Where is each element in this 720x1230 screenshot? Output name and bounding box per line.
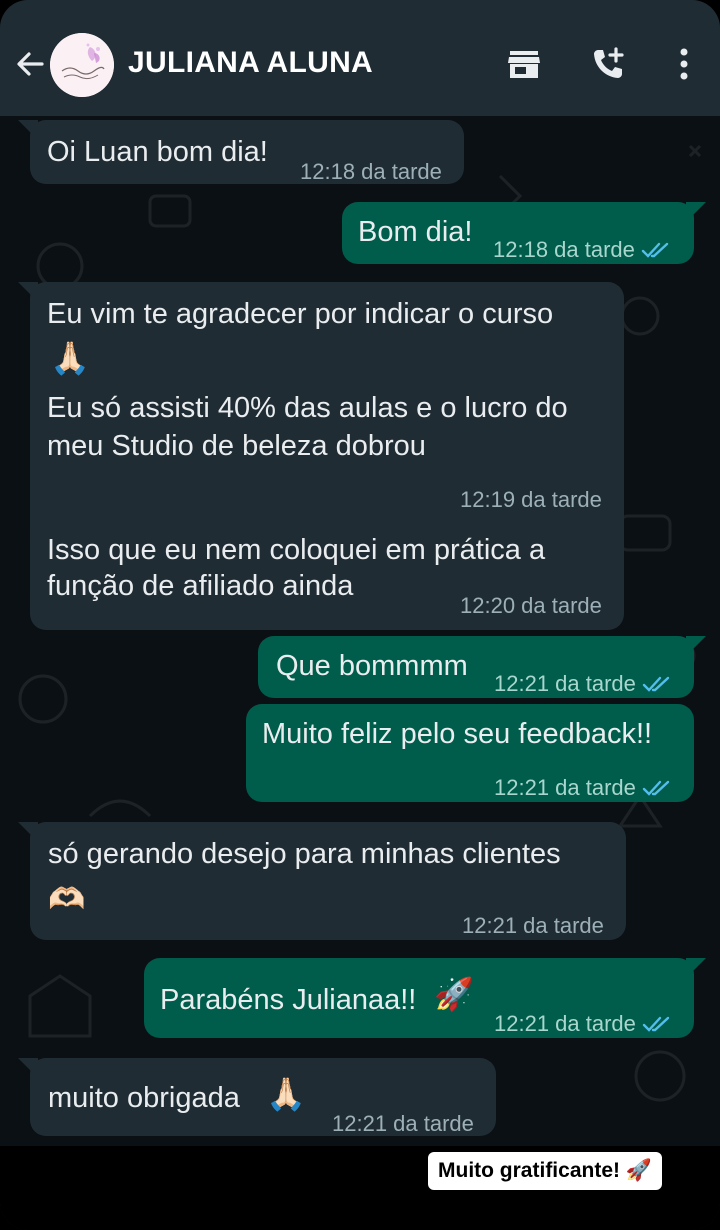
message-time: 12:18 da tarde	[493, 237, 635, 262]
more-options-icon[interactable]	[672, 46, 696, 82]
message-outgoing[interactable]: Parabéns Julianaa!! 🚀 12:21 da tarde	[144, 958, 706, 1038]
message-time: 12:18 da tarde	[300, 159, 442, 184]
message-text: só gerando desejo para minhas clientes	[48, 838, 561, 870]
bubble-tail	[686, 636, 706, 656]
message-incoming[interactable]: só gerando desejo para minhas clientes 🫶…	[18, 822, 626, 940]
message-incoming[interactable]: Oi Luan bom dia! 12:18 da tarde	[18, 120, 464, 184]
message-meta: 12:21 da tarde	[494, 766, 672, 810]
message-time: 12:20 da tarde	[460, 593, 602, 618]
story-caption-sticker: Muito gratificante! 🚀	[428, 1152, 662, 1190]
message-incoming[interactable]: Isso que eu nem coloquei em prática a fu…	[30, 518, 624, 618]
message-list[interactable]: Oi Luan bom dia! 12:18 da tarde Bom dia!…	[0, 116, 720, 1146]
avatar-logo-icon	[50, 33, 114, 97]
message-time: 12:21 da tarde	[332, 1111, 474, 1136]
message-text-line: função de afiliado ainda	[47, 570, 354, 602]
message-text: Oi Luan bom dia!	[47, 136, 268, 168]
message-incoming[interactable]: muito obrigada 🙏🏻 12:21 da tarde	[18, 1058, 496, 1136]
add-call-icon[interactable]	[590, 46, 626, 82]
message-meta: 12:21 da tarde	[494, 1002, 672, 1046]
read-receipt-icon	[641, 242, 669, 258]
message-text: Que bommmm	[276, 650, 468, 682]
pray-emoji: 🙏🏻	[50, 340, 90, 376]
message-outgoing[interactable]: Bom dia! 12:18 da tarde	[342, 202, 706, 264]
pray-emoji: 🙏🏻	[266, 1076, 306, 1112]
caption-text: Muito gratificante!	[438, 1159, 620, 1182]
message-time: 12:19 da tarde	[460, 487, 602, 512]
message-meta: 12:21 da tarde	[494, 662, 672, 706]
message-time: 12:21 da tarde	[462, 913, 604, 938]
chat-header: JULIANA ALUNA	[0, 0, 720, 116]
bubble-tail	[18, 1058, 38, 1078]
message-time: 12:21 da tarde	[494, 671, 636, 696]
rocket-emoji: 🚀	[625, 1159, 652, 1182]
read-receipt-icon	[642, 1016, 670, 1032]
message-meta: 12:18 da tarde	[493, 228, 671, 272]
bubble-tail	[686, 202, 706, 222]
read-receipt-icon	[642, 780, 670, 796]
message-outgoing[interactable]: Muito feliz pelo seu feedback!! 12:21 da…	[246, 704, 694, 802]
rocket-emoji: 🚀	[434, 976, 474, 1012]
phone-screen: JULIANA ALUNA Oi Luan bom dia! 12:18 da …	[0, 0, 720, 1230]
message-outgoing[interactable]: Que bommmm 12:21 da tarde	[258, 636, 706, 698]
message-text: Muito feliz pelo seu feedback!!	[262, 718, 653, 750]
message-text-line: Eu vim te agradecer por indicar o curso	[47, 298, 554, 330]
message-text: Parabéns Julianaa!!	[160, 984, 417, 1016]
contact-avatar[interactable]	[50, 33, 114, 97]
message-text: Bom dia!	[358, 216, 473, 248]
heart-hands-emoji: 🫶🏻	[48, 883, 86, 916]
read-receipt-icon	[642, 676, 670, 692]
back-arrow-icon[interactable]	[14, 48, 46, 80]
message-text-line: meu Studio de beleza dobrou	[47, 430, 426, 462]
message-text: muito obrigada	[48, 1082, 240, 1114]
bubble-tail	[686, 958, 706, 978]
message-time: 12:21 da tarde	[494, 775, 636, 800]
bubble-tail	[18, 120, 38, 140]
business-store-icon[interactable]	[506, 46, 542, 82]
bubble-tail	[18, 282, 38, 302]
contact-name[interactable]: JULIANA ALUNA	[128, 46, 373, 80]
message-time: 12:21 da tarde	[494, 1011, 636, 1036]
bubble-tail	[18, 822, 38, 842]
